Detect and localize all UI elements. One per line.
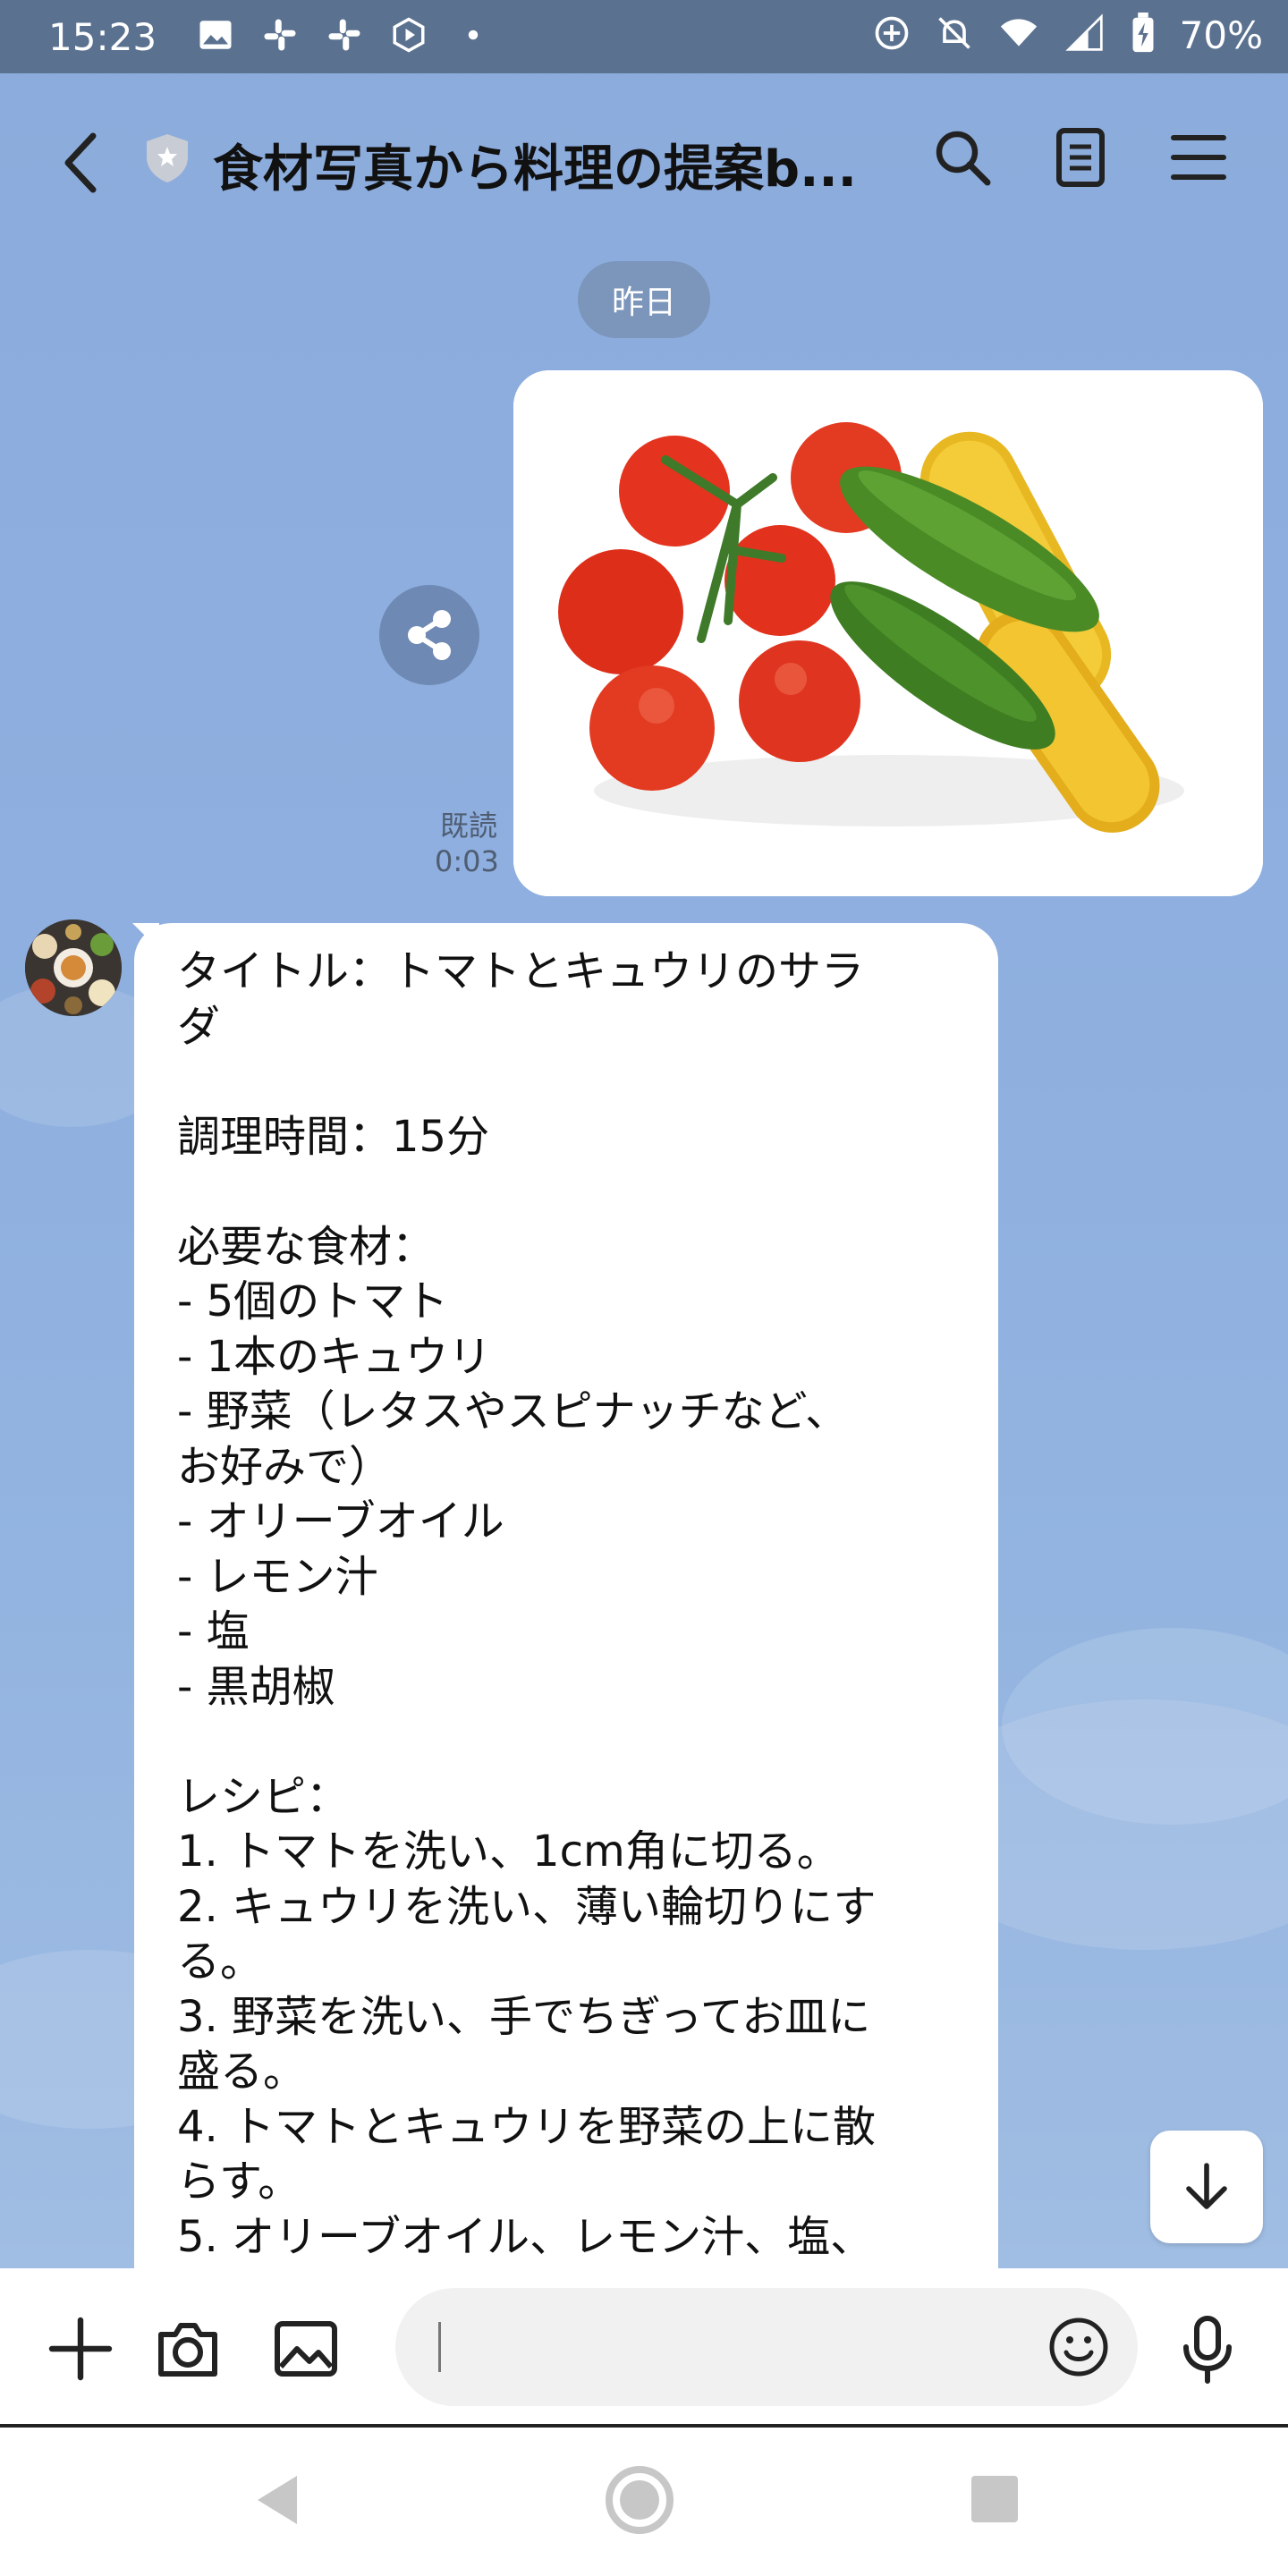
message-text: タイトル：トマトとキュウリのサラ ダ 調理時間：15分 必要な食材： - 5個の… [177, 946, 877, 2262]
date-separator: 昨日 [578, 261, 710, 338]
arrow-down-icon [1186, 2163, 1227, 2209]
notes-button[interactable] [1048, 125, 1113, 190]
gallery-icon [197, 16, 234, 62]
chat-header: 食材写真から料理の提案b... [0, 73, 1288, 252]
bell-off-icon [935, 13, 974, 56]
read-receipt-label: 既読 [439, 809, 497, 843]
sent-photo[interactable] [513, 370, 1263, 896]
message-input[interactable] [395, 2288, 1138, 2406]
search-icon [936, 131, 991, 186]
signal-icon [1063, 13, 1106, 56]
received-message-bubble[interactable]: タイトル：トマトとキュウリのサラ ダ 調理時間：15分 必要な食材： - 5個の… [134, 923, 998, 2318]
bot-avatar[interactable] [25, 919, 122, 1016]
menu-icon [1171, 135, 1226, 180]
chat-title: 食材写真から料理の提案b... [213, 140, 857, 199]
slack-icon [326, 16, 363, 62]
add-button[interactable] [45, 2313, 116, 2385]
camera-icon [158, 2323, 217, 2377]
text-cursor [438, 2322, 441, 2372]
message-time: 0:03 [435, 844, 499, 878]
dot-icon [454, 16, 492, 62]
back-icon [64, 132, 97, 193]
plus-icon [48, 2317, 113, 2381]
image-button[interactable] [270, 2313, 342, 2385]
shield-star-icon [145, 132, 190, 184]
notes-icon [1056, 128, 1105, 187]
target-icon [872, 13, 911, 56]
microphone-icon [1183, 2316, 1232, 2384]
wifi-icon [997, 13, 1040, 56]
battery-percent: 70% [1179, 13, 1263, 57]
menu-button[interactable] [1166, 125, 1231, 190]
image-icon [275, 2321, 337, 2377]
message-input-bar [0, 2268, 1288, 2426]
status-bar: 15:23 70% [0, 0, 1288, 73]
emoji-icon [1049, 2318, 1108, 2377]
share-button[interactable] [379, 585, 479, 685]
emoji-button[interactable] [1046, 2315, 1111, 2379]
vegetables-photo [513, 370, 1263, 896]
nav-recents-icon[interactable] [970, 2474, 1020, 2524]
nav-home-icon[interactable] [603, 2463, 676, 2537]
battery-icon [1130, 13, 1157, 57]
nav-back-icon[interactable] [250, 2469, 304, 2531]
hexagon-play-icon [390, 16, 428, 62]
back-button[interactable] [54, 127, 107, 199]
voice-button[interactable] [1172, 2313, 1243, 2385]
navigation-bar [0, 2428, 1288, 2576]
status-time: 15:23 [48, 14, 157, 59]
share-icon [408, 610, 451, 660]
camera-button[interactable] [152, 2313, 224, 2385]
scroll-to-bottom-button[interactable] [1150, 2131, 1263, 2243]
search-button[interactable] [930, 125, 995, 190]
slack-icon [261, 16, 299, 62]
